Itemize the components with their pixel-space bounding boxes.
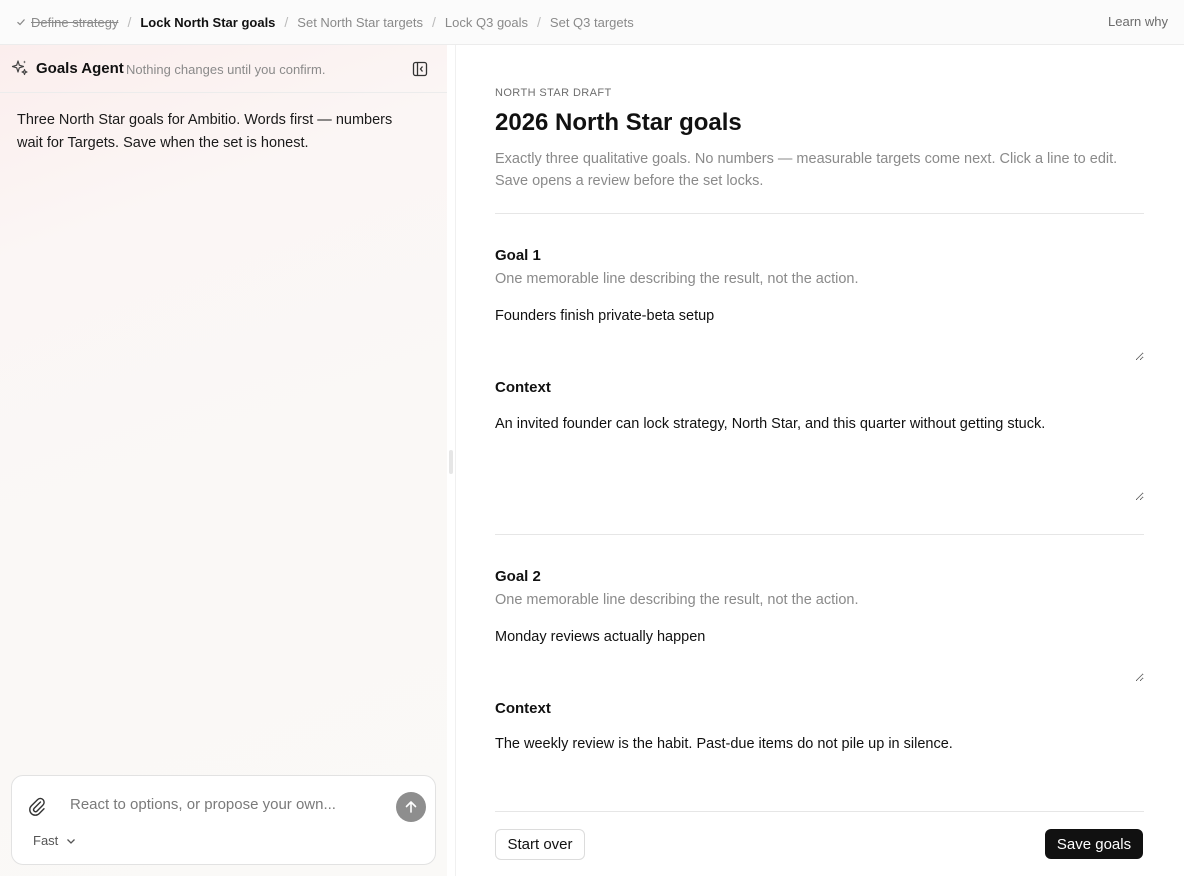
breadcrumb-separator: / (432, 14, 436, 30)
goal-2-title-field[interactable] (495, 629, 1144, 682)
goal-2-context-field[interactable] (495, 736, 1144, 796)
page-title: 2026 North Star goals (495, 109, 742, 136)
arrow-up-icon (405, 801, 417, 813)
learn-why-link[interactable]: Learn why (1108, 14, 1168, 29)
model-select[interactable]: Fast (33, 833, 76, 848)
save-goals-button[interactable]: Save goals (1045, 829, 1143, 859)
sparkles-icon (11, 60, 28, 76)
agent-title: Goals Agent (36, 60, 124, 77)
eyebrow-label: NORTH STAR DRAFT (495, 87, 612, 99)
breadcrumb-step-define-strategy[interactable]: Define strategy (16, 15, 118, 30)
model-select-value: Fast (33, 833, 59, 848)
start-over-button[interactable]: Start over (495, 829, 585, 860)
agent-panel: Goals Agent Nothing changes until you co… (0, 45, 447, 876)
goal-2-label: Goal 2 (495, 568, 541, 585)
breadcrumb-step-set-q3-targets[interactable]: Set Q3 targets (550, 15, 634, 30)
chevron-down-icon (67, 838, 76, 844)
goal-1-help: One memorable line describing the result… (495, 271, 859, 287)
breadcrumb-separator: / (127, 14, 132, 30)
composer-input[interactable] (70, 793, 390, 815)
breadcrumb-label: Define strategy (31, 14, 119, 30)
divider (495, 811, 1144, 812)
breadcrumb-step-set-north-star-targets[interactable]: Set North Star targets (297, 15, 423, 30)
panel-resize-handle[interactable] (449, 450, 453, 474)
agent-header: Goals Agent Nothing changes until you co… (0, 45, 447, 93)
agent-subtitle: Nothing changes until you confirm. (126, 62, 326, 77)
breadcrumb-step-lock-q3-goals[interactable]: Lock Q3 goals (445, 15, 528, 30)
breadcrumb-separator: / (284, 14, 289, 30)
send-button[interactable] (396, 792, 426, 822)
breadcrumb: Define strategy / Lock North Star goals … (0, 14, 634, 30)
goal-2-context-label: Context (495, 700, 551, 717)
goal-2-help: One memorable line describing the result… (495, 592, 859, 608)
composer: Fast (11, 775, 436, 865)
paperclip-icon[interactable] (28, 796, 46, 816)
agent-message: Three North Star goals for Ambitio. Word… (17, 112, 393, 151)
divider (495, 534, 1144, 535)
top-bar: Define strategy / Lock North Star goals … (0, 0, 1184, 45)
goal-1-label: Goal 1 (495, 247, 541, 264)
breadcrumb-separator: / (537, 14, 541, 30)
check-icon (17, 19, 25, 26)
divider (495, 213, 1144, 214)
goal-1-context-label: Context (495, 379, 551, 396)
collapse-panel-icon[interactable] (412, 61, 428, 77)
breadcrumb-step-lock-north-star-goals[interactable]: Lock North Star goals (140, 15, 275, 30)
goal-1-context-field[interactable] (495, 416, 1144, 501)
goal-1-title-field[interactable] (495, 308, 1144, 361)
page-description: Exactly three qualitative goals. No numb… (495, 151, 1118, 189)
